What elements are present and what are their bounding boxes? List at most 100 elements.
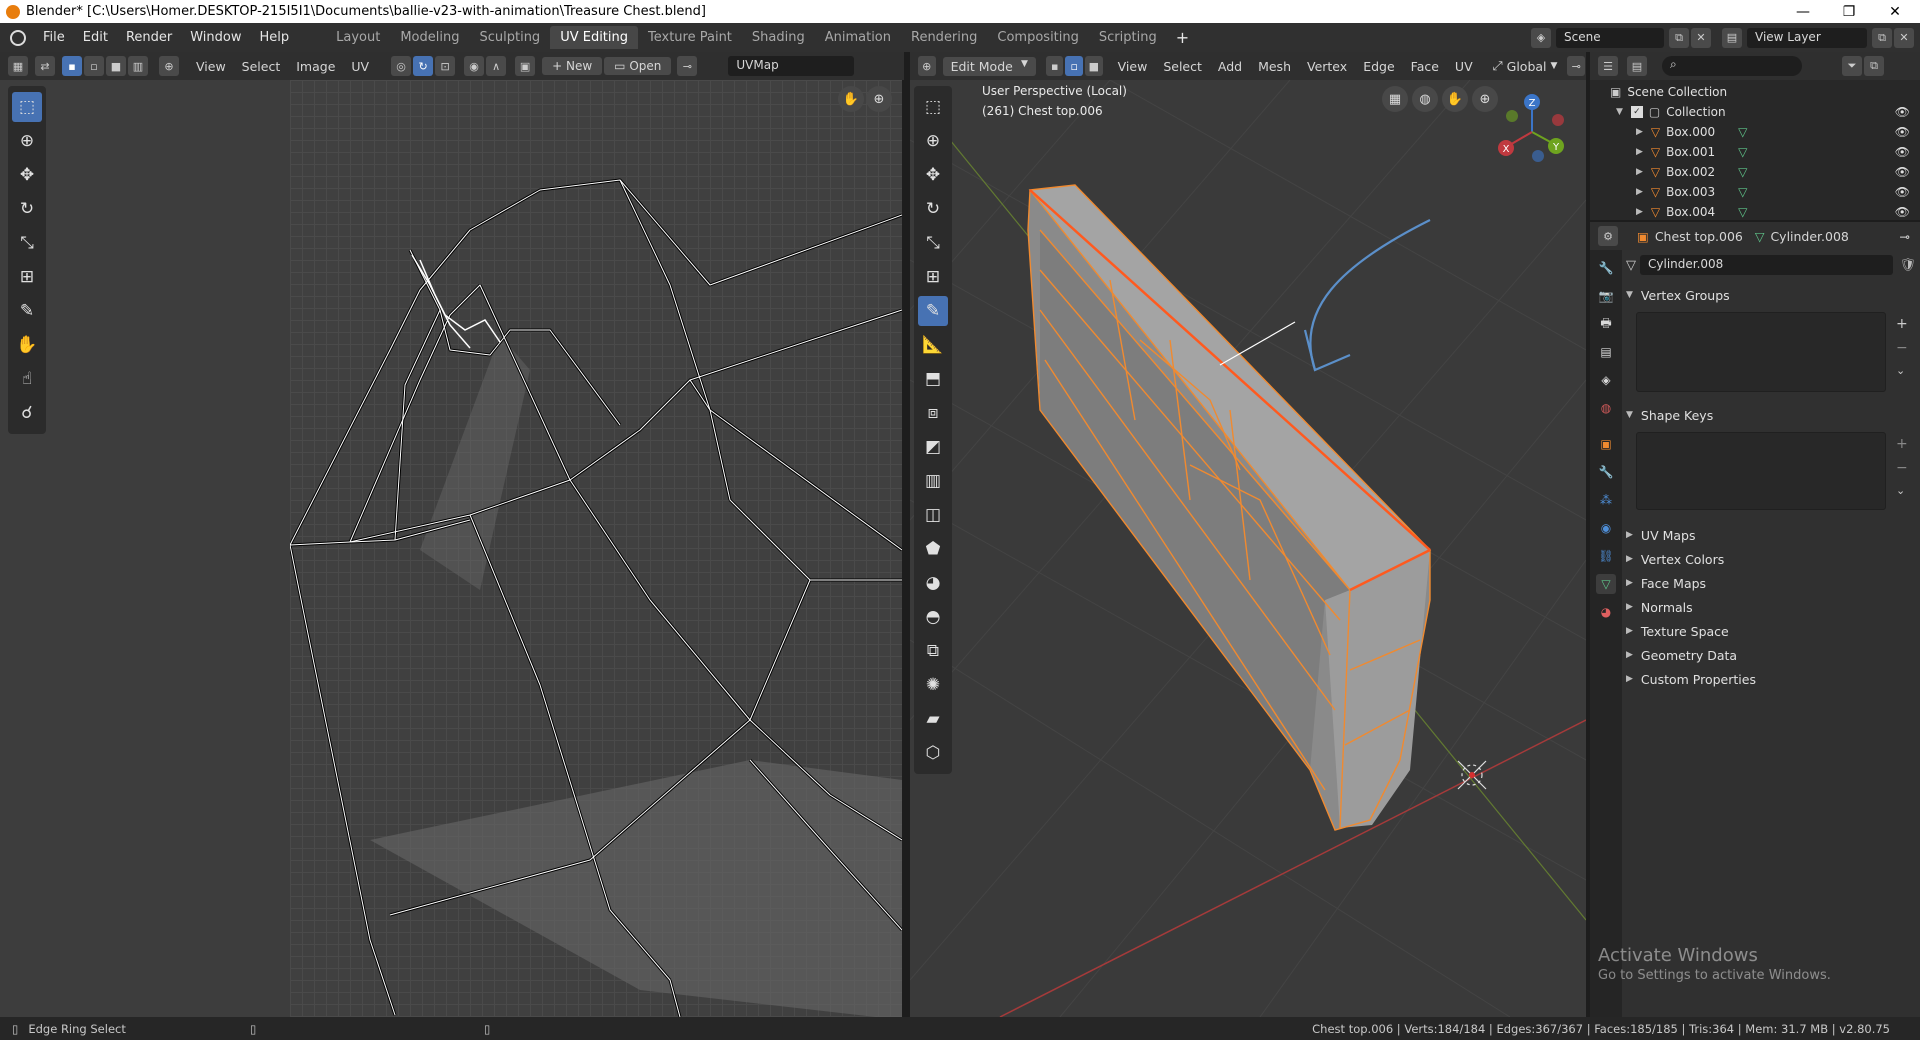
minimize-button[interactable]: — <box>1780 0 1826 23</box>
shape-keys-list[interactable] <box>1636 432 1886 510</box>
output-tab-icon[interactable]: 🖶 <box>1596 314 1616 334</box>
3d-viewport[interactable]: ⬚ ⊕ ✥ ↻ ⤡ ⊞ ✎ 📐 ⬒ ⧈ ◩ ▥ ◫ ⬟ ◕ ◓ ⧉ ✺ ▰ ⬡ … <box>910 80 1586 1017</box>
tab-rendering[interactable]: Rendering <box>901 26 987 49</box>
vertex-select-icon[interactable]: ▪ <box>62 56 82 76</box>
face-select-icon[interactable]: ■ <box>106 56 126 76</box>
physics-tab-icon[interactable]: ◉ <box>1596 518 1616 538</box>
panel-geometry-data[interactable]: ▶ Geometry Data <box>1626 644 1916 666</box>
image-display-icon[interactable]: ▣ <box>515 56 536 76</box>
pinch-tool-icon[interactable]: ☝ <box>12 364 42 394</box>
shape-key-menu-icon[interactable]: ⌄ <box>1896 484 1905 497</box>
menu-edit[interactable]: Edit <box>74 30 117 45</box>
uv-canvas[interactable]: ✋ ⊕ <box>290 80 902 1017</box>
smooth-tool-icon[interactable]: ◓ <box>918 602 948 632</box>
knife-tool-icon[interactable]: ◫ <box>918 500 948 530</box>
expand-icon[interactable]: ▶ <box>1636 127 1643 137</box>
outliner-row-box000[interactable]: ▶ ▽ Box.000 ▽ 👁 <box>1590 122 1920 142</box>
outliner-row-collection[interactable]: ▼ ✓ ▢ Collection 👁 <box>1590 102 1920 122</box>
cursor-tool-icon[interactable]: ⊕ <box>12 126 42 156</box>
select-box-tool-icon[interactable]: ⬚ <box>12 92 42 122</box>
vp-menu-view[interactable]: View <box>1112 57 1154 76</box>
panel-custom-properties[interactable]: ▶ Custom Properties <box>1626 668 1916 690</box>
vp-menu-edge[interactable]: Edge <box>1357 57 1400 76</box>
properties-editor-type-icon[interactable]: ⚙ <box>1598 226 1618 246</box>
inset-tool-icon[interactable]: ⧈ <box>918 398 948 428</box>
mesh-name-field[interactable]: Cylinder.008 <box>1640 255 1894 275</box>
visibility-icon[interactable]: 👁 <box>1895 125 1910 139</box>
expand-icon[interactable]: ▶ <box>1636 167 1643 177</box>
panel-face-maps[interactable]: ▶ Face Maps <box>1626 572 1916 594</box>
menu-render[interactable]: Render <box>117 30 181 45</box>
viewport-editor-type-icon[interactable]: ⊕ <box>918 56 936 76</box>
scale-tool-icon[interactable]: ⤡ <box>12 228 42 258</box>
uvmap-field[interactable]: UVMap <box>728 56 855 76</box>
vp-measure-tool-icon[interactable]: 📐 <box>918 330 948 360</box>
remove-shape-key-icon[interactable]: − <box>1896 460 1908 476</box>
scene-icon[interactable]: ◈ <box>1531 27 1551 48</box>
shrink-tool-icon[interactable]: ✺ <box>918 670 948 700</box>
spin-tool-icon[interactable]: ◕ <box>918 568 948 598</box>
uv-sync-icon[interactable]: ⇄ <box>35 56 55 76</box>
constraints-tab-icon[interactable]: ⛓ <box>1596 546 1616 566</box>
outliner-search[interactable]: ⌕ <box>1662 56 1802 76</box>
collection-visibility-icon[interactable]: 👁 <box>1895 105 1910 119</box>
vp-move-tool-icon[interactable]: ✥ <box>918 160 948 190</box>
tab-texture-paint[interactable]: Texture Paint <box>638 26 742 49</box>
add-vertex-group-icon[interactable]: + <box>1896 316 1908 332</box>
vertex-groups-list[interactable] <box>1636 312 1886 392</box>
modifier-tab-icon[interactable]: 🔧 <box>1596 462 1616 482</box>
orientation-selector[interactable]: ⤢ Global ▼ <box>1493 58 1558 74</box>
uv-pan-icon[interactable]: ✋ <box>838 86 864 112</box>
vp-cursor-tool-icon[interactable]: ⊕ <box>918 126 948 156</box>
expand-icon[interactable]: ▶ <box>1636 207 1643 217</box>
expand-icon[interactable]: ▶ <box>1636 187 1643 197</box>
tab-layout[interactable]: Layout <box>326 26 390 49</box>
uv-menu-select[interactable]: Select <box>236 57 287 76</box>
mesh-browse-icon[interactable]: ▽ <box>1626 258 1636 273</box>
new-scene-icon[interactable]: ⧉ <box>1669 27 1689 48</box>
filter-icon[interactable]: ⏷ <box>1842 56 1862 76</box>
vp-scale-tool-icon[interactable]: ⤡ <box>918 228 948 258</box>
camera-grid-icon[interactable]: ▦ <box>1382 86 1408 112</box>
loop-cut-tool-icon[interactable]: ▥ <box>918 466 948 496</box>
vp-menu-mesh[interactable]: Mesh <box>1252 57 1297 76</box>
menu-file[interactable]: File <box>34 30 74 45</box>
vp-menu-uv[interactable]: UV <box>1449 57 1479 76</box>
tab-scripting[interactable]: Scripting <box>1089 26 1167 49</box>
object-tab-icon[interactable]: ▣ <box>1596 434 1616 454</box>
tab-modeling[interactable]: Modeling <box>390 26 469 49</box>
vp-menu-vertex[interactable]: Vertex <box>1301 57 1353 76</box>
panel-shape-keys[interactable]: ▼ Shape Keys <box>1626 404 1916 426</box>
uv-snap-icon[interactable]: ↻ <box>413 56 434 76</box>
panel-vertex-colors[interactable]: ▶ Vertex Colors <box>1626 548 1916 570</box>
close-button[interactable]: ✕ <box>1872 0 1918 23</box>
fake-user-icon[interactable]: 🛡 <box>1899 258 1916 273</box>
collection-checkbox[interactable]: ✓ <box>1630 106 1643 118</box>
visibility-icon[interactable]: 👁 <box>1895 185 1910 199</box>
vp-menu-add[interactable]: Add <box>1212 57 1248 76</box>
relax-tool-icon[interactable]: ☌ <box>12 398 42 428</box>
view-layer-icon[interactable]: ▤ <box>1722 27 1742 48</box>
world-tab-icon[interactable]: ◍ <box>1596 398 1616 418</box>
move-tool-icon[interactable]: ✥ <box>12 160 42 190</box>
collection-expand-icon[interactable]: ▼ <box>1616 107 1623 117</box>
expand-icon[interactable]: ▶ <box>1636 147 1643 157</box>
edge-select-icon[interactable]: ▫ <box>84 56 104 76</box>
rotate-tool-icon[interactable]: ↻ <box>12 194 42 224</box>
edge-slide-tool-icon[interactable]: ⧉ <box>918 636 948 666</box>
pivot-icon[interactable]: ◎ <box>391 56 412 76</box>
material-tab-icon[interactable]: ◕ <box>1596 602 1616 622</box>
vertex-group-menu-icon[interactable]: ⌄ <box>1896 364 1905 377</box>
extrude-tool-icon[interactable]: ⬒ <box>918 364 948 394</box>
face-mode-icon[interactable]: ■ <box>1085 56 1103 76</box>
vp-menu-face[interactable]: Face <box>1405 57 1445 76</box>
pan-view-icon[interactable]: ✋ <box>1442 86 1468 112</box>
menu-window[interactable]: Window <box>181 30 250 45</box>
scene-field[interactable]: Scene <box>1556 27 1664 48</box>
vp-snap-icon[interactable]: ⊸ <box>1567 56 1586 76</box>
vp-rotate-tool-icon[interactable]: ↻ <box>918 194 948 224</box>
view-layer-tab-icon[interactable]: ▤ <box>1596 342 1616 362</box>
panel-vertex-groups[interactable]: ▼ Vertex Groups <box>1626 284 1916 306</box>
new-view-layer-icon[interactable]: ⧉ <box>1872 27 1892 48</box>
vp-transform-tool-icon[interactable]: ⊞ <box>918 262 948 292</box>
